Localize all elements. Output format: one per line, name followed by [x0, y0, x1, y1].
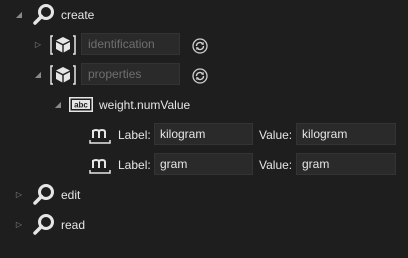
tree-row-create[interactable]: ◢ create — [0, 0, 408, 30]
refresh-icon[interactable] — [192, 38, 208, 54]
unit-measure-icon — [89, 125, 111, 148]
properties-field: properties — [81, 63, 180, 85]
unit-value-caption: Value: — [259, 158, 293, 172]
unit-row: Label: Value: — [0, 150, 408, 180]
collapsed-arrow-icon[interactable]: ▷ — [33, 40, 43, 50]
entity-cube-icon — [49, 64, 77, 89]
tree-label-read: read — [61, 218, 86, 232]
tree-row-properties[interactable]: ◢ properties — [0, 60, 408, 90]
tree-row-read[interactable]: ▷ read — [0, 210, 408, 240]
unit-value-input[interactable] — [296, 123, 396, 145]
entity-cube-icon — [49, 34, 77, 59]
tree-label-edit: edit — [61, 188, 81, 202]
expanded-arrow-icon[interactable]: ◢ — [53, 100, 63, 110]
tree-label-create: create — [61, 8, 95, 22]
refresh-icon[interactable] — [192, 68, 208, 84]
collapsed-arrow-icon[interactable]: ▷ — [14, 220, 24, 230]
tree-row-identification[interactable]: ▷ identification — [0, 30, 408, 60]
unit-label-caption: Label: — [118, 158, 151, 172]
unit-label-input[interactable] — [154, 153, 253, 175]
search-icon — [32, 213, 56, 240]
abc-icon: abc — [69, 97, 93, 115]
tree-row-edit[interactable]: ▷ edit — [0, 180, 408, 210]
abc-icon-text: abc — [74, 101, 88, 110]
unit-measure-icon — [89, 155, 111, 178]
tree-row-property[interactable]: ◢ abc weight.numValue — [0, 90, 408, 120]
expanded-arrow-icon[interactable]: ◢ — [33, 70, 43, 80]
identification-field: identification — [81, 33, 180, 55]
unit-label-caption: Label: — [118, 128, 151, 142]
unit-value-input[interactable] — [296, 153, 396, 175]
expanded-arrow-icon[interactable]: ◢ — [14, 10, 24, 20]
search-icon — [32, 183, 56, 210]
collapsed-arrow-icon[interactable]: ▷ — [14, 190, 24, 200]
unit-row: Label: Value: — [0, 120, 408, 150]
search-icon — [32, 3, 56, 30]
unit-label-input[interactable] — [154, 123, 253, 145]
tree-label-property: weight.numValue — [99, 98, 191, 112]
unit-value-caption: Value: — [259, 128, 293, 142]
